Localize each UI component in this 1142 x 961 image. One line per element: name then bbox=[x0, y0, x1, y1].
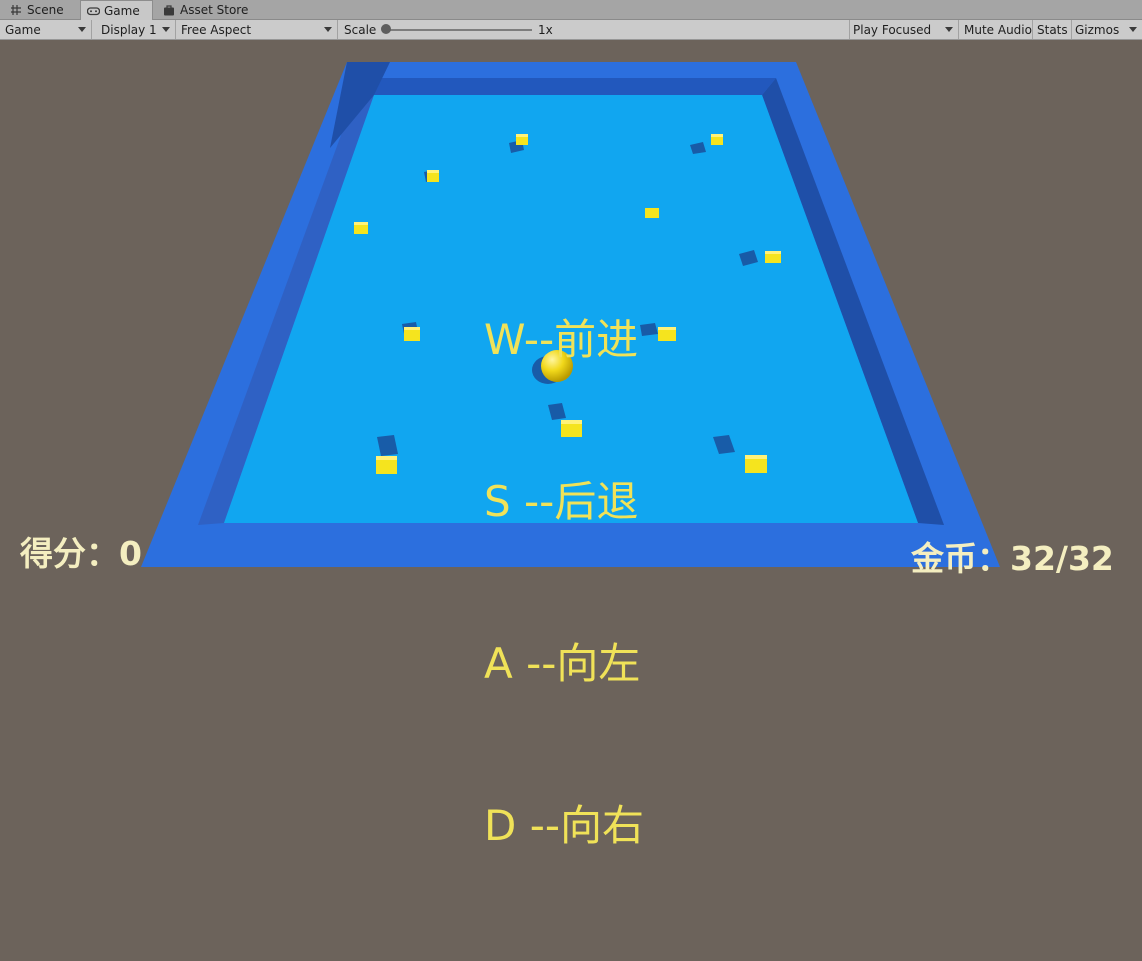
bag-icon bbox=[163, 4, 175, 16]
aspect-dropdown[interactable]: Free Aspect bbox=[176, 20, 338, 39]
coin-cube bbox=[376, 456, 397, 474]
scale-value: 1x bbox=[538, 22, 553, 37]
coin-cube bbox=[427, 170, 439, 182]
chevron-down-icon bbox=[945, 27, 953, 32]
coin-cube bbox=[658, 327, 676, 341]
play-mode-dropdown[interactable]: Play Focused bbox=[850, 20, 959, 39]
tab-asset-store[interactable]: Asset Store bbox=[157, 1, 254, 19]
coins-label: 金币： bbox=[911, 539, 1010, 578]
coin-cube bbox=[404, 327, 420, 341]
chevron-down-icon bbox=[162, 27, 170, 32]
view-mode-dropdown[interactable]: Game bbox=[0, 20, 92, 39]
scale-slider-thumb[interactable] bbox=[381, 24, 391, 34]
gizmos-label: Gizmos bbox=[1075, 22, 1120, 37]
coin-cube bbox=[516, 134, 528, 145]
coin-cube bbox=[645, 208, 659, 218]
tab-label: Asset Store bbox=[180, 3, 249, 17]
coin-cube bbox=[745, 455, 767, 473]
tab-label: Game bbox=[104, 3, 140, 18]
tab-scene[interactable]: Scene bbox=[4, 1, 70, 19]
view-mode-label: Game bbox=[5, 22, 41, 37]
gizmos-dropdown[interactable]: Gizmos bbox=[1072, 20, 1142, 39]
control-instructions: W--前进 S --后退 A --向左 D --向右 bbox=[484, 205, 644, 961]
tab-game[interactable]: Game bbox=[80, 0, 153, 20]
game-viewport[interactable]: W--前进 S --后退 A --向左 D --向右 得分：0 金币：32/32 bbox=[0, 40, 1142, 850]
instruction-right: D --向右 bbox=[484, 801, 645, 850]
play-mode-label: Play Focused bbox=[853, 22, 932, 37]
score-display: 得分：0 bbox=[20, 527, 142, 575]
scale-slider-track[interactable] bbox=[386, 29, 532, 31]
gamepad-icon bbox=[86, 5, 101, 17]
scale-control: Scale 1x bbox=[338, 20, 850, 39]
chevron-down-icon bbox=[1129, 27, 1137, 32]
editor-tab-bar: Scene Game Asset Store bbox=[0, 0, 1142, 20]
mute-audio-toggle[interactable]: Mute Audio bbox=[959, 20, 1033, 39]
game-view-toolbar: Game Display 1 Free Aspect Scale 1x Play… bbox=[0, 20, 1142, 40]
display-dropdown[interactable]: Display 1 bbox=[92, 20, 176, 39]
instruction-left: A --向左 bbox=[484, 639, 641, 688]
grid-icon bbox=[10, 4, 22, 16]
coin-cube bbox=[354, 222, 368, 234]
display-label: Display 1 bbox=[101, 22, 157, 37]
stats-label: Stats bbox=[1037, 22, 1068, 37]
stats-toggle[interactable]: Stats bbox=[1033, 20, 1072, 39]
board-inner-wall-top bbox=[362, 78, 776, 95]
instruction-back: S --后退 bbox=[484, 477, 639, 526]
coin-cube bbox=[765, 251, 781, 263]
tab-label: Scene bbox=[27, 3, 64, 17]
coin-counter: 金币：32/32 bbox=[911, 532, 1114, 580]
score-value: 0 bbox=[119, 534, 142, 573]
chevron-down-icon bbox=[78, 27, 86, 32]
scale-label: Scale bbox=[344, 22, 377, 37]
mute-audio-label: Mute Audio bbox=[964, 22, 1032, 37]
chevron-down-icon bbox=[324, 27, 332, 32]
coin-cube bbox=[711, 134, 723, 145]
score-label: 得分： bbox=[20, 534, 119, 573]
coins-value: 32/32 bbox=[1010, 539, 1114, 578]
instruction-forward: W--前进 bbox=[484, 315, 639, 364]
aspect-label: Free Aspect bbox=[181, 22, 252, 37]
